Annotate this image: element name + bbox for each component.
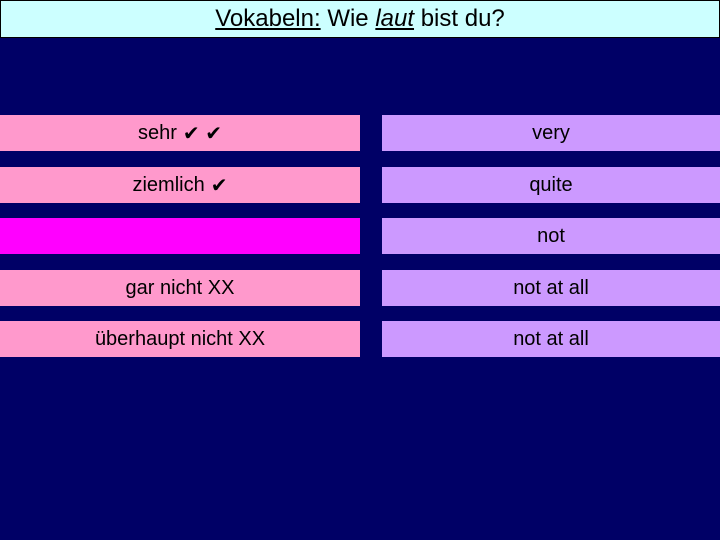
title-bist-du: bist du? bbox=[414, 5, 505, 32]
slide-title: Vokabeln: Wie laut bist du? bbox=[0, 0, 720, 38]
english-cell-not-at-all[interactable]: not at all bbox=[382, 270, 720, 306]
german-word: überhaupt nicht XX bbox=[94, 327, 266, 350]
english-word: not bbox=[537, 224, 565, 247]
german-cell-ueberhaupt-nicht[interactable]: überhaupt nicht XX bbox=[0, 321, 360, 357]
english-word: not at all bbox=[513, 276, 589, 299]
english-cell-not[interactable]: not bbox=[382, 218, 720, 254]
title-laut: laut bbox=[375, 5, 415, 32]
title-wie: Wie bbox=[320, 5, 376, 32]
german-word: sehr bbox=[138, 121, 177, 144]
english-cell-quite[interactable]: quite bbox=[382, 167, 720, 203]
german-cell-ziemlich[interactable]: ziemlich ✔ bbox=[0, 167, 360, 203]
checkmark-icon: ✔ ✔ bbox=[182, 122, 222, 145]
german-word: gar nicht XX bbox=[125, 276, 235, 299]
english-cell-very[interactable]: very bbox=[382, 115, 720, 151]
checkmark-icon: ✔ bbox=[210, 174, 228, 197]
english-cell-not-at-all-2[interactable]: not at all bbox=[382, 321, 720, 357]
english-word: very bbox=[532, 121, 570, 144]
english-word: not at all bbox=[513, 327, 589, 350]
english-word: quite bbox=[529, 173, 573, 196]
german-cell-gar-nicht[interactable]: gar nicht XX bbox=[0, 270, 360, 306]
german-cell-blank[interactable] bbox=[0, 218, 360, 254]
title-vokabeln: Vokabeln: bbox=[215, 5, 321, 32]
german-word: ziemlich bbox=[132, 173, 205, 196]
german-cell-sehr[interactable]: sehr ✔ ✔ bbox=[0, 115, 360, 151]
